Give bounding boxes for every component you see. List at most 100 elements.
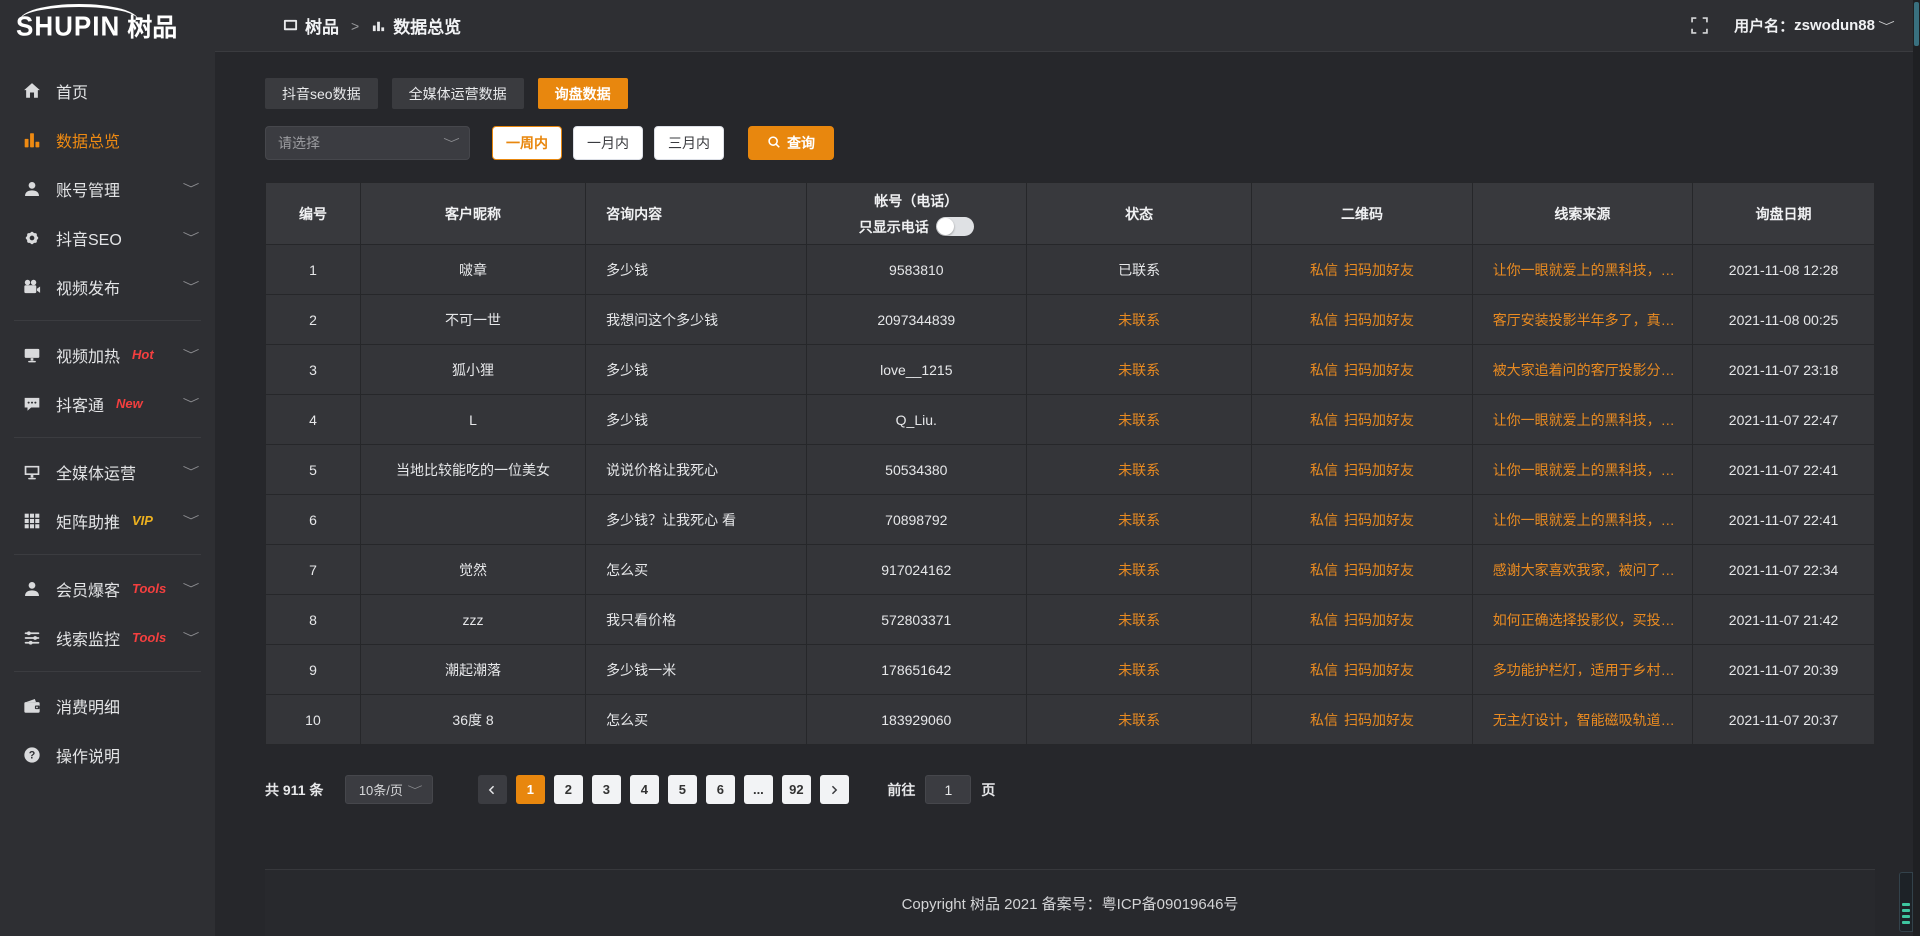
user-menu[interactable]: 用户名： zswodun88 ﹀ [1734,15,1892,36]
scan-add-friend-link[interactable]: 扫码加好友 [1344,612,1414,628]
phone-only-toggle[interactable] [936,217,974,236]
goto-page-input[interactable] [925,775,971,804]
sidebar-item-account-mgmt[interactable]: 账号管理 ﹀ [0,164,215,213]
sidebar-item-label: 抖客通 [56,392,104,416]
breadcrumb-app[interactable]: 树品 [305,13,339,38]
tab-all-media-data[interactable]: 全媒体运营数据 [392,78,524,109]
sidebar-item-all-media[interactable]: 全媒体运营 ﹀ [0,447,215,496]
range-quarter-button[interactable]: 三月内 [654,126,724,160]
prev-page-button[interactable] [478,775,507,804]
sidebar-item-label: 账号管理 [56,177,120,201]
source-link[interactable]: 让你一眼就爱上的黑科技，能... [1472,395,1692,445]
monitor-icon [22,462,42,482]
fullscreen-icon[interactable] [1691,17,1708,34]
scan-add-friend-link[interactable]: 扫码加好友 [1344,712,1414,728]
page-button-3[interactable]: 3 [592,775,621,804]
scrollbar-thumb[interactable] [1914,2,1919,46]
source-link[interactable]: 客厅安装投影半年多了，真实... [1472,295,1692,345]
scan-add-friend-link[interactable]: 扫码加好友 [1344,662,1414,678]
table-row: 7 觉然 怎么买 917024162 未联系 私信扫码加好友 感谢大家喜欢我家，… [266,545,1875,595]
source-link[interactable]: 感谢大家喜欢我家，被问了好... [1472,545,1692,595]
private-msg-link[interactable]: 私信 [1310,562,1338,578]
sidebar-item-help[interactable]: ? 操作说明 [0,730,215,779]
sidebar-item-douketong[interactable]: 抖客通 New ﹀ [0,379,215,428]
sidebar-item-video-heat[interactable]: 视频加热 Hot ﹀ [0,330,215,379]
brand-logo[interactable]: SHUPIN 树品 [0,0,215,52]
sidebar-item-lead-monitor[interactable]: 线索监控 Tools ﹀ [0,613,215,662]
private-msg-link[interactable]: 私信 [1310,412,1338,428]
page-size-select[interactable]: 10条/页 ﹀ [345,775,433,804]
sidebar-item-douyin-seo[interactable]: 抖音SEO ﹀ [0,213,215,262]
sidebar-item-video-publish[interactable]: 视频发布 ﹀ [0,262,215,311]
scan-add-friend-link[interactable]: 扫码加好友 [1344,312,1414,328]
scan-add-friend-link[interactable]: 扫码加好友 [1344,512,1414,528]
date-range-group: 一周内 一月内 三月内 [492,126,724,160]
sidebar-item-spend-detail[interactable]: 消费明细 [0,681,215,730]
status-pending: 未联系 [1027,645,1252,695]
inquiry-table: 编号 客户昵称 咨询内容 帐号（电话） 只显示电话 [265,182,1875,745]
sidebar-item-home[interactable]: 首页 [0,66,215,115]
tab-inquiry-data[interactable]: 询盘数据 [538,78,628,109]
tab-douyin-seo-data[interactable]: 抖音seo数据 [265,78,378,109]
sidebar-item-data-overview[interactable]: 数据总览 [0,115,215,164]
source-link[interactable]: 被大家追着问的客厅投影分享... [1472,345,1692,395]
breadcrumb-page[interactable]: 数据总览 [393,13,461,38]
page-button-1[interactable]: 1 [516,775,545,804]
private-msg-link[interactable]: 私信 [1310,612,1338,628]
private-msg-link[interactable]: 私信 [1310,712,1338,728]
floating-widget[interactable] [1899,872,1913,932]
page-button-4[interactable]: 4 [630,775,659,804]
private-msg-link[interactable]: 私信 [1310,662,1338,678]
page-button-5[interactable]: 5 [668,775,697,804]
source-link[interactable]: 如何正确选择投影仪，买投影... [1472,595,1692,645]
private-msg-link[interactable]: 私信 [1310,462,1338,478]
private-msg-link[interactable]: 私信 [1310,362,1338,378]
account-select[interactable]: 请选择 ﹀ [265,126,470,160]
range-month-button[interactable]: 一月内 [573,126,643,160]
tools-badge: Tools [132,581,166,596]
sidebar-divider [14,671,201,672]
scan-add-friend-link[interactable]: 扫码加好友 [1344,562,1414,578]
col-account: 帐号（电话） 只显示电话 [806,183,1026,245]
table-row: 3 狐小狸 多少钱 love__1215 未联系 私信扫码加好友 被大家追着问的… [266,345,1875,395]
source-link[interactable]: 让你一眼就爱上的黑科技，能... [1472,445,1692,495]
sidebar-nav: 首页 数据总览 账号管理 ﹀ 抖音SEO ﹀ 视频发布 ﹀ [0,66,215,779]
logo-text-cn: 树品 [127,8,177,44]
scan-add-friend-link[interactable]: 扫码加好友 [1344,262,1414,278]
hot-badge: Hot [132,347,154,362]
sidebar-item-label: 矩阵助推 [56,509,120,533]
page-button-2[interactable]: 2 [554,775,583,804]
username-label: 用户名： [1734,15,1794,36]
sidebar-item-label: 数据总览 [56,128,120,152]
bar-chart-icon [22,130,42,150]
page-button-92[interactable]: 92 [782,775,811,804]
source-link[interactable]: 让你一眼就爱上的黑科技，能... [1472,495,1692,545]
scan-add-friend-link[interactable]: 扫码加好友 [1344,412,1414,428]
sidebar-item-matrix-boost[interactable]: 矩阵助推 VIP ﹀ [0,496,215,545]
source-link[interactable]: 多功能护栏灯，适用于乡村文... [1472,645,1692,695]
table-header-row: 编号 客户昵称 咨询内容 帐号（电话） 只显示电话 [266,183,1875,245]
private-msg-link[interactable]: 私信 [1310,262,1338,278]
source-link[interactable]: 让你一眼就爱上的黑科技，能... [1472,245,1692,295]
page-button-6[interactable]: 6 [706,775,735,804]
next-page-button[interactable] [820,775,849,804]
select-placeholder: 请选择 [278,133,320,153]
sidebar-item-member-burst[interactable]: 会员爆客 Tools ﹀ [0,564,215,613]
sidebar-item-label: 抖音SEO [56,226,122,250]
status-contacted: 已联系 [1027,245,1252,295]
source-link[interactable]: 无主灯设计，智能磁吸轨道灯... [1472,695,1692,745]
scrollbar[interactable] [1913,0,1920,936]
filter-bar: 请选择 ﹀ 一周内 一月内 三月内 查询 [265,126,1875,160]
scan-add-friend-link[interactable]: 扫码加好友 [1344,362,1414,378]
chevron-down-icon: ﹀ [183,278,200,295]
toggle-knob [937,218,954,235]
page-ellipsis-button[interactable]: ... [744,775,773,804]
private-msg-link[interactable]: 私信 [1310,512,1338,528]
range-week-button[interactable]: 一周内 [492,126,562,160]
logo-text-en: SHUPIN [16,10,120,43]
status-pending: 未联系 [1027,345,1252,395]
scan-add-friend-link[interactable]: 扫码加好友 [1344,462,1414,478]
private-msg-link[interactable]: 私信 [1310,312,1338,328]
search-button[interactable]: 查询 [748,126,834,160]
topbar-right: 用户名： zswodun88 ﹀ [1691,15,1892,36]
